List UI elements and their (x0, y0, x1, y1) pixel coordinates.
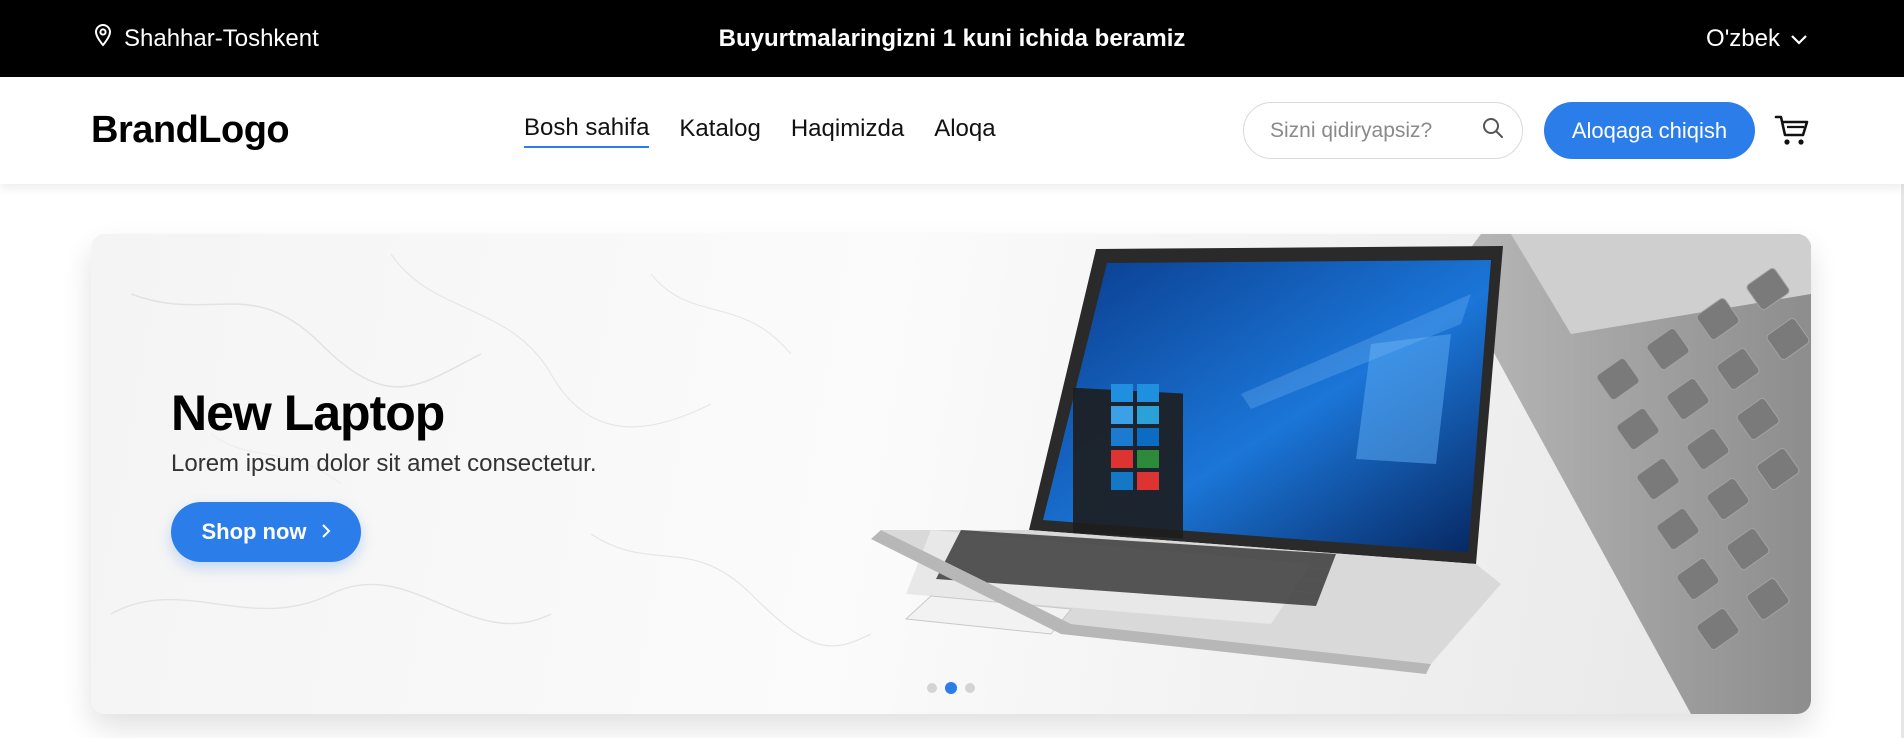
shop-now-label: Shop now (201, 519, 307, 544)
shop-now-button[interactable]: Shop now (171, 502, 361, 562)
hero-subtitle: Lorem ipsum dolor sit amet consectetur. (171, 450, 597, 477)
contact-button[interactable]: Aloqaga chiqish (1544, 102, 1755, 159)
hero-title: New Laptop (171, 385, 445, 441)
search-icon[interactable] (1482, 117, 1504, 144)
laptop-image (871, 234, 1811, 714)
carousel-dot-1[interactable] (927, 683, 937, 693)
language-label: O'zbek (1706, 24, 1780, 52)
nav-link-catalog[interactable]: Katalog (679, 115, 760, 147)
nav-link-about[interactable]: Haqimizda (791, 115, 904, 147)
language-selector[interactable]: O'zbek (1706, 0, 1808, 77)
promo-text: Buyurtmalaringizni 1 kuni ichida beramiz (718, 24, 1186, 52)
top-announcement-bar: Shahhar-Toshkent Buyurtmalaringizni 1 ku… (0, 0, 1904, 77)
search-input[interactable] (1270, 118, 1482, 143)
main-header: BrandLogo Bosh sahifa Katalog Haqimizda … (0, 77, 1904, 184)
chevron-down-icon (1790, 25, 1808, 53)
hero-banner: New Laptop Lorem ipsum dolor sit amet co… (91, 234, 1811, 714)
main-nav: Bosh sahifa Katalog Haqimizda Aloqa (524, 77, 996, 184)
search-box (1243, 102, 1523, 159)
nav-link-contact[interactable]: Aloqa (934, 115, 995, 147)
carousel-dot-3[interactable] (965, 683, 975, 693)
carousel-dots (927, 682, 975, 694)
chevron-right-icon (321, 519, 331, 545)
nav-link-home[interactable]: Bosh sahifa (524, 114, 650, 148)
brand-logo[interactable]: BrandLogo (91, 77, 290, 184)
carousel-dot-2[interactable] (945, 682, 957, 694)
cart-icon[interactable] (1774, 113, 1810, 147)
